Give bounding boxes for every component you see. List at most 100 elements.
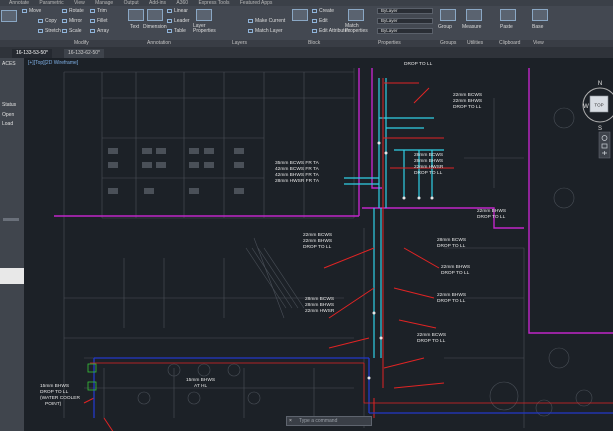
- array-icon: [90, 28, 95, 33]
- insert-block-icon[interactable]: [292, 9, 308, 21]
- linetype-select[interactable]: ByLayer: [377, 18, 433, 24]
- drawing-canvas[interactable]: DROP TO LL 22mm BCWS 22mm BHWS DROP TO L…: [24, 58, 613, 431]
- match-layer-button[interactable]: Match Layer: [248, 28, 283, 34]
- mirror-icon: [62, 18, 67, 23]
- fillet-icon: [90, 18, 95, 23]
- annotation-a5-line1: 22mm BCWS: [303, 232, 332, 238]
- annotation-a4-line2: DROP TO LL: [477, 214, 506, 220]
- annotation-a3-line1: 28mm BCWS: [414, 152, 443, 158]
- dimension-icon[interactable]: [147, 9, 163, 21]
- navigation-bar[interactable]: [598, 131, 611, 159]
- load-item[interactable]: Load: [2, 121, 13, 127]
- layer-properties-button[interactable]: Layer Properties: [193, 24, 216, 34]
- file-tab-2[interactable]: 16-133-62-50*: [64, 49, 104, 58]
- group-icon[interactable]: [440, 9, 456, 21]
- text-button[interactable]: Text: [130, 24, 139, 30]
- annotation-a8-line2: DROP TO LL: [437, 298, 466, 304]
- leader-button[interactable]: Leader: [167, 18, 190, 24]
- copy-icon: [38, 18, 43, 23]
- annotation-a9-line1: 28mm BCWS: [305, 296, 334, 302]
- trim-button[interactable]: Trim: [90, 8, 107, 14]
- panel-utilities[interactable]: Utilities: [467, 40, 483, 47]
- panel-block[interactable]: Block: [308, 40, 320, 47]
- panel-annotation[interactable]: Annotation: [147, 40, 171, 47]
- group-button[interactable]: Group: [438, 24, 452, 30]
- base-view-icon[interactable]: [532, 9, 548, 21]
- panel-clipboard[interactable]: Clipboard: [499, 40, 520, 47]
- base-button[interactable]: Base: [532, 24, 543, 30]
- panel-groups[interactable]: Groups: [440, 40, 456, 47]
- panel-view[interactable]: View: [533, 40, 544, 47]
- table-button[interactable]: Table: [167, 28, 186, 34]
- viewcube-n: N: [598, 81, 602, 87]
- drawing-viewport[interactable]: [+][Top][2D Wireframe] DROP TO LL 22mm B…: [24, 58, 613, 431]
- annotation-a12-line4: POINT): [45, 401, 62, 407]
- viewcube-s: S: [598, 126, 602, 132]
- edit-block-button[interactable]: Edit: [312, 18, 328, 24]
- annotation-a9-line2: 28mm BHWS: [305, 302, 334, 308]
- annotation-drop-top: DROP TO LL: [404, 61, 433, 67]
- move-icon: [22, 8, 27, 13]
- annotation-a11-line2: AT HL: [194, 383, 207, 389]
- paste-button[interactable]: Paste: [500, 24, 513, 30]
- lineweight-select[interactable]: ByLayer: [377, 28, 433, 34]
- scale-button[interactable]: Scale: [62, 28, 82, 34]
- match-properties-button[interactable]: Match Properties: [345, 24, 368, 34]
- annotation-a10-line2: DROP TO LL: [417, 338, 446, 344]
- annotation-a10-line1: 22mm BCWS: [417, 332, 446, 338]
- palette-scroll-bar[interactable]: [3, 218, 19, 221]
- make-current-icon: [248, 18, 253, 23]
- rotate-button[interactable]: Rotate: [62, 8, 84, 14]
- annotation-a1-line1: 22mm BCWS: [453, 92, 482, 98]
- array-button[interactable]: Array: [90, 28, 109, 34]
- annotation-a8-line1: 22mm BHWS: [437, 292, 466, 298]
- red-pipes: [83, 78, 454, 431]
- fillet-button[interactable]: Fillet: [90, 18, 108, 24]
- open-item[interactable]: Open: [2, 112, 14, 118]
- annotation-a12-line1: 15mm BHWS: [40, 383, 69, 389]
- mirror-button[interactable]: Mirror: [62, 18, 82, 24]
- annotation-a5-line3: DROP TO LL: [303, 244, 332, 250]
- stretch-button[interactable]: Stretch: [38, 28, 61, 34]
- arc-tool-icon[interactable]: [1, 10, 17, 22]
- panel-layers[interactable]: Layers: [232, 40, 247, 47]
- furniture: [108, 148, 244, 194]
- red-lower-pipes: [90, 362, 613, 404]
- move-button[interactable]: Move: [22, 8, 41, 14]
- boundary-lines: [54, 68, 613, 334]
- paste-icon[interactable]: [500, 9, 516, 21]
- annotation-a9-line3: 22mm HWSR: [305, 308, 335, 314]
- create-block-button[interactable]: Create: [312, 8, 334, 14]
- copy-button[interactable]: Copy: [38, 18, 57, 24]
- panel-properties[interactable]: Properties: [378, 40, 401, 47]
- annotation-a11-line1: 15mm BHWS: [186, 377, 215, 383]
- linear-button[interactable]: Linear: [167, 8, 188, 14]
- match-properties-icon[interactable]: [348, 9, 364, 21]
- annotation-a12-line3: (WATER COOLER: [40, 395, 81, 401]
- ribbon-panel-labels: Modify Annotation Layers Block Propertie…: [0, 40, 613, 47]
- panel-modify[interactable]: Modify: [74, 40, 89, 47]
- measure-button[interactable]: Measure: [462, 24, 481, 30]
- annotation-a2-line4: 28mm HWSR FR TA: [275, 178, 320, 184]
- measure-icon[interactable]: [466, 9, 482, 21]
- make-current-button[interactable]: Make Current: [248, 18, 285, 24]
- edit-block-icon: [312, 18, 317, 23]
- annotation-a6-line1: 28mm BCWS: [437, 237, 466, 243]
- color-select[interactable]: ByLayer: [377, 8, 433, 14]
- annotation-a1-line2: 22mm BHWS: [453, 98, 482, 104]
- command-line[interactable]: × Type a command: [286, 416, 372, 426]
- annotation-a3-line3: 22mm HWSR: [414, 164, 444, 170]
- layer-properties-icon[interactable]: [196, 9, 212, 21]
- annotation-a6-line2: DROP TO LL: [437, 243, 466, 249]
- scale-icon: [62, 28, 67, 33]
- create-block-icon: [312, 8, 317, 13]
- close-icon[interactable]: ×: [289, 417, 292, 425]
- annotation-a3-line2: 28mm BHWS: [414, 158, 443, 164]
- viewcube[interactable]: TOP N W S: [582, 81, 613, 132]
- status-column[interactable]: Status: [2, 102, 16, 108]
- text-icon[interactable]: [128, 9, 144, 21]
- file-tab-bar: 16-133-53-50* 16-133-62-50*: [0, 47, 613, 58]
- file-tab-1[interactable]: 16-133-53-50*: [12, 49, 52, 58]
- dimension-button[interactable]: Dimension: [143, 24, 167, 30]
- pipe-annotations: DROP TO LL 22mm BCWS 22mm BHWS DROP TO L…: [40, 61, 506, 407]
